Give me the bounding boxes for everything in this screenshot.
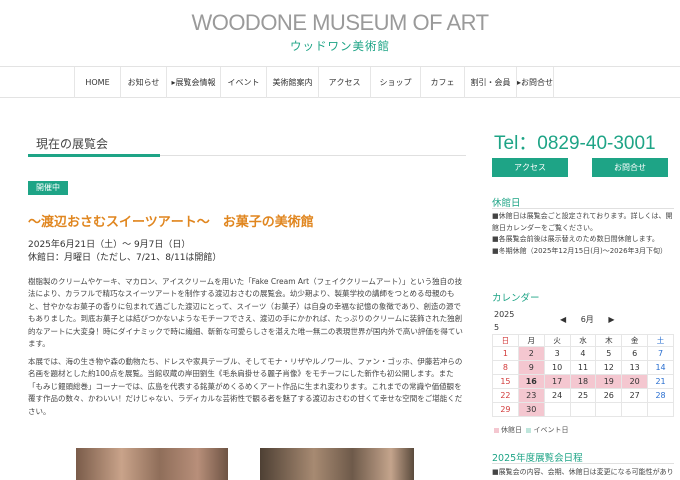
- calendar-year-month: 2025 5: [494, 308, 514, 334]
- access-button[interactable]: アクセス: [492, 158, 568, 177]
- logo-japanese[interactable]: ウッドワン美術館: [0, 38, 680, 54]
- calendar-day[interactable]: 13: [621, 360, 649, 375]
- weekday-header: 土: [647, 334, 674, 347]
- closed-notes: ■休館日は展覧会ごと設定されております。詳しくは、開館日カレンダーをご覧ください…: [492, 211, 674, 257]
- nav-item-8[interactable]: 割引・会員: [464, 67, 516, 98]
- phone-number[interactable]: Tel：0829-40-3001: [494, 128, 656, 155]
- nav-item-4[interactable]: 美術館案内: [266, 67, 318, 98]
- calendar-day[interactable]: 27: [621, 388, 649, 403]
- main-nav: HOME お知らせ ▸展覧会情報 イベント 美術館案内 アクセス ショップ カフェ 割引・会員 ▸…: [0, 66, 680, 98]
- description-paragraph-2: 本展では、海の生き物や森の動物たち、ドレスや家具テーブル、そしてモナ・リザやルノ…: [28, 357, 463, 416]
- calendar-day[interactable]: 28: [647, 388, 674, 403]
- calendar-day[interactable]: 2: [517, 346, 545, 361]
- description-paragraph-1: 樹脂製のクリームやケーキ、マカロン、アイスクリームを用いた「Fake Cream…: [28, 277, 463, 349]
- site-header: WOODONE MUSEUM OF ART ウッドワン美術館: [0, 0, 680, 66]
- calendar-day[interactable]: 21: [647, 374, 674, 389]
- calendar-nav: ◀ 6月 ▶: [554, 314, 621, 325]
- calendar-day[interactable]: 8: [492, 360, 519, 375]
- calendar-day: [543, 402, 571, 417]
- artwork-image-2[interactable]: [260, 448, 414, 480]
- calendar-day[interactable]: 19: [595, 374, 623, 389]
- schedule-note: ■展覧会の内容、会期、休館日は変更になる可能性があります。: [492, 468, 674, 480]
- calendar-day[interactable]: 30: [517, 402, 545, 417]
- calendar-month: 6月: [580, 315, 594, 324]
- calendar-day[interactable]: 16: [517, 374, 545, 389]
- artwork-image-1[interactable]: [76, 448, 228, 480]
- nav-item-9[interactable]: ▸お問合せ: [516, 67, 554, 98]
- main-content: 現在の展覧会 開催中 〜渡辺おさむスイーツアート〜 お菓子の美術館 2025年6…: [28, 98, 468, 480]
- section-title-box: 現在の展覧会: [28, 132, 466, 157]
- event-swatch: [526, 427, 532, 433]
- sidebar: Tel：0829-40-3001 アクセス お問合せ 休館日 ■休館日は展覧会ご…: [492, 98, 674, 480]
- calendar-day: [569, 402, 597, 417]
- legend-closed: 休館日: [501, 426, 522, 434]
- calendar-day: [621, 402, 649, 417]
- calendar-day[interactable]: 12: [595, 360, 623, 375]
- calendar-day[interactable]: 10: [543, 360, 571, 375]
- calendar-day[interactable]: 9: [517, 360, 545, 375]
- nav-item-6[interactable]: ショップ: [370, 67, 420, 98]
- weekday-header: 水: [569, 334, 597, 347]
- closed-note: ■休館日は展覧会ごと設定されております。詳しくは、開館日カレンダーをご覧ください…: [492, 212, 673, 232]
- schedule-heading: 2025年度展覧会日程: [492, 453, 583, 464]
- page-title: 現在の展覧会: [36, 137, 109, 151]
- calendar-day[interactable]: 1: [492, 346, 519, 361]
- contact-button[interactable]: お問合せ: [592, 158, 668, 177]
- calendar-grid: 日月火水木金土 1 2 3 4 5 6 7 8 9 10 11 12 13 14 15 16 17 18 19 20 21…: [492, 334, 674, 417]
- closed-swatch: [494, 427, 499, 433]
- calendar-day: [647, 402, 674, 417]
- calendar-day[interactable]: 29: [492, 402, 519, 417]
- calendar-day[interactable]: 25: [569, 388, 597, 403]
- calendar-day: [595, 402, 623, 417]
- closed-note: ■各展覧会前後は展示替えのため数日間休館します。: [492, 235, 659, 243]
- calendar-month-number: 5: [494, 323, 500, 332]
- closed-days-heading: 休館日: [492, 198, 521, 209]
- calendar-day[interactable]: 15: [492, 374, 519, 389]
- calendar-day[interactable]: 11: [569, 360, 597, 375]
- nav-item-0[interactable]: HOME: [74, 67, 120, 98]
- calendar-day[interactable]: 3: [543, 346, 571, 361]
- exhibition-period: 2025年6月21日（土）〜 9月7日（日）: [28, 240, 191, 250]
- nav-item-5[interactable]: アクセス: [318, 67, 370, 98]
- calendar-day[interactable]: 7: [647, 346, 674, 361]
- logo-english[interactable]: WOODONE MUSEUM OF ART: [0, 10, 680, 36]
- weekday-header: 木: [595, 334, 623, 347]
- nav-item-7[interactable]: カフェ: [420, 67, 464, 98]
- exhibition-title[interactable]: 〜渡辺おさむスイーツアート〜 お菓子の美術館: [28, 211, 314, 230]
- prev-month-icon[interactable]: ◀: [560, 315, 566, 324]
- exhibition-dates: 2025年6月21日（土）〜 9月7日（日） 休館日：月曜日（ただし、7/21、…: [28, 239, 221, 265]
- title-underline: [28, 154, 160, 157]
- status-badge: 開催中: [28, 181, 68, 195]
- closed-note: ■冬期休館（2025年12月15日(月)〜2026年3月下旬）: [492, 246, 667, 255]
- weekday-header: 月: [517, 334, 545, 347]
- divider: [492, 463, 674, 464]
- weekday-header: 日: [492, 334, 519, 347]
- calendar-day[interactable]: 6: [621, 346, 649, 361]
- calendar-day[interactable]: 4: [569, 346, 597, 361]
- nav-item-1[interactable]: お知らせ: [120, 67, 166, 98]
- calendar-legend: 休館日 イベント日: [494, 425, 568, 435]
- next-month-icon[interactable]: ▶: [608, 315, 614, 324]
- calendar-day[interactable]: 24: [543, 388, 571, 403]
- calendar-year: 2025: [494, 310, 515, 319]
- nav-item-3[interactable]: イベント: [220, 67, 266, 98]
- calendar-day[interactable]: 22: [492, 388, 519, 403]
- calendar-day[interactable]: 5: [595, 346, 623, 361]
- calendar-day[interactable]: 20: [621, 374, 649, 389]
- nav-item-2[interactable]: ▸展覧会情報: [166, 67, 220, 98]
- calendar-day[interactable]: 23: [517, 388, 545, 403]
- weekday-header: 金: [621, 334, 649, 347]
- legend-event: イベント日: [533, 426, 569, 434]
- weekday-header: 火: [543, 334, 571, 347]
- calendar-day[interactable]: 17: [543, 374, 571, 389]
- calendar-day[interactable]: 26: [595, 388, 623, 403]
- divider: [492, 208, 674, 209]
- calendar-day[interactable]: 14: [647, 360, 674, 375]
- calendar-heading: カレンダー: [492, 293, 540, 304]
- exhibition-closed-days: 休館日：月曜日（ただし、7/21、8/11は開館）: [28, 253, 222, 263]
- calendar-day[interactable]: 18: [569, 374, 597, 389]
